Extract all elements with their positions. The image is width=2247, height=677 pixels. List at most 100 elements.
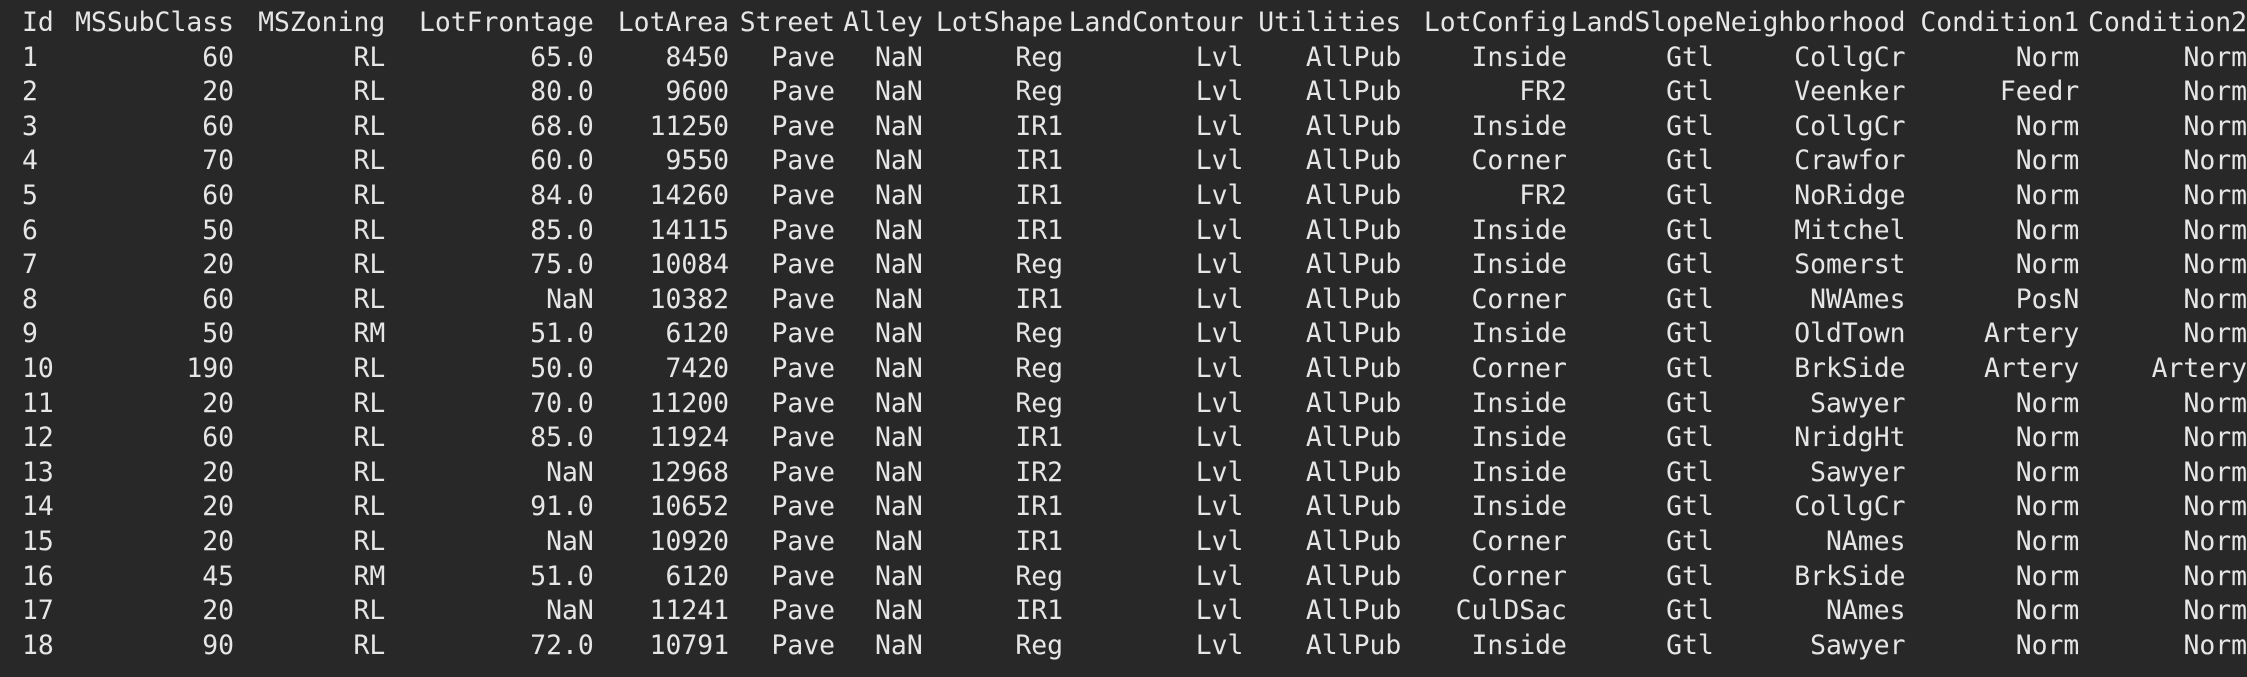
table-cell: AllPub [1305,318,1402,350]
table-cell: Pave [771,214,836,246]
table-cell: NaN [875,41,923,73]
table-cell: AllPub [1305,525,1402,557]
table-cell: IR1 [1015,595,1064,627]
table-cell: AllPub [1305,214,1402,246]
table-cell: Sawyer [1810,456,1906,488]
table-cell: AllPub [1305,422,1402,454]
table-cell: 45 [202,560,234,592]
table-cell: RM [353,318,386,350]
table-cell: Inside [1471,318,1567,350]
table-cell: NaN [875,283,923,315]
table-cell: Reg [1015,352,1064,384]
table-cell: Somerst [1794,249,1906,281]
table-cell: Lvl [1195,560,1244,592]
table-cell: CollgCr [1794,41,1906,73]
table-cell: Pave [771,491,836,523]
table-cell: 6120 [665,318,730,350]
table-cell: NAmes [1826,525,1906,557]
table-cell: Gtl [1666,249,1714,281]
table-cell: RL [353,145,386,177]
table-cell: Gtl [1666,387,1714,419]
table-cell: 60 [202,422,234,454]
table-cell: RL [353,629,386,661]
table-cell: Gtl [1666,491,1714,523]
table-row: 3 60 RL 68.0 11250 Pave NaN IR1 Lvl AllPub Inside G… [0,110,2247,145]
table-row: 17 20 RL NaN 11241 Pave NaN IR1 Lvl AllPub CulDSac… [0,594,2247,629]
table-cell: Norm [2015,491,2080,523]
table-cell: Norm [2183,214,2247,246]
table-cell: RM [353,560,386,592]
table-cell: 20 [202,595,234,627]
table-cell: Inside [1471,629,1567,661]
table-cell: RL [353,456,386,488]
table-cell: Norm [2183,629,2247,661]
table-cell: RL [353,249,386,281]
table-cell: 13 [22,456,54,488]
table-cell: Lvl [1195,387,1244,419]
table-cell: Pave [771,179,836,211]
table-cell: 50 [202,318,234,350]
table-cell: 10652 [649,491,730,523]
table-cell: RL [353,422,386,454]
table-cell: Pave [771,145,836,177]
table-cell: Norm [2015,41,2080,73]
table-cell: AllPub [1305,249,1402,281]
table-cell: Pave [771,595,836,627]
table-row: 12 60 RL 85.0 11924 Pave NaN IR1 Lvl AllPub Inside… [0,421,2247,456]
table-cell: 60.0 [530,145,594,177]
table-cell: 5 [22,179,38,211]
table-cell: Corner [1471,145,1567,177]
table-cell: 17 [22,595,54,627]
table-cell: IR1 [1015,422,1064,454]
table-cell: Lvl [1195,179,1244,211]
table-cell: Norm [2183,422,2247,454]
table-cell: RL [353,525,386,557]
table-cell: 68.0 [530,110,594,142]
table-cell: 7 [22,249,38,281]
table-cell: 90 [202,629,234,661]
table-cell: FR2 [1519,179,1567,211]
table-cell: Inside [1471,422,1567,454]
column-header: MSSubClass [75,7,234,38]
table-cell: 85.0 [530,422,594,454]
table-cell: Gtl [1666,422,1714,454]
table-cell: AllPub [1305,560,1402,592]
table-cell: Norm [2183,560,2247,592]
table-cell: Gtl [1666,560,1714,592]
table-cell: Pave [771,110,836,142]
table-cell: Norm [2183,76,2247,108]
table-cell: AllPub [1305,110,1402,142]
table-cell: RL [353,76,386,108]
table-cell: 65.0 [530,41,594,73]
table-cell: Norm [2183,179,2247,211]
table-cell: Gtl [1666,595,1714,627]
table-cell: RL [353,110,386,142]
table-cell: NaN [875,318,923,350]
column-header: LandContour [1068,7,1244,38]
table-cell: 72.0 [530,629,594,661]
column-header: Id [22,7,54,38]
table-cell: AllPub [1305,595,1402,627]
table-cell: IR1 [1015,110,1064,142]
table-cell: 14 [22,491,54,523]
table-cell: Reg [1015,387,1064,419]
table-row: 11 20 RL 70.0 11200 Pave NaN Reg Lvl AllPub Inside… [0,387,2247,422]
column-header: Neighborhood [1714,7,1906,38]
table-cell: Lvl [1195,283,1244,315]
table-cell: NaN [875,629,923,661]
table-cell: Sawyer [1810,629,1906,661]
table-cell: Norm [2183,387,2247,419]
table-cell: 6120 [665,560,730,592]
table-row: 18 90 RL 72.0 10791 Pave NaN Reg Lvl AllPub Inside… [0,629,2247,664]
table-cell: Gtl [1666,179,1714,211]
table-cell: 3 [22,110,38,142]
table-cell: Artery [1983,352,2080,384]
table-cell: Pave [771,456,836,488]
table-cell: AllPub [1305,456,1402,488]
table-cell: 50.0 [530,352,594,384]
table-cell: OldTown [1794,318,1906,350]
table-cell: NaN [875,387,923,419]
table-cell: Lvl [1195,629,1244,661]
table-cell: 11241 [649,595,730,627]
table-cell: 6 [22,214,38,246]
